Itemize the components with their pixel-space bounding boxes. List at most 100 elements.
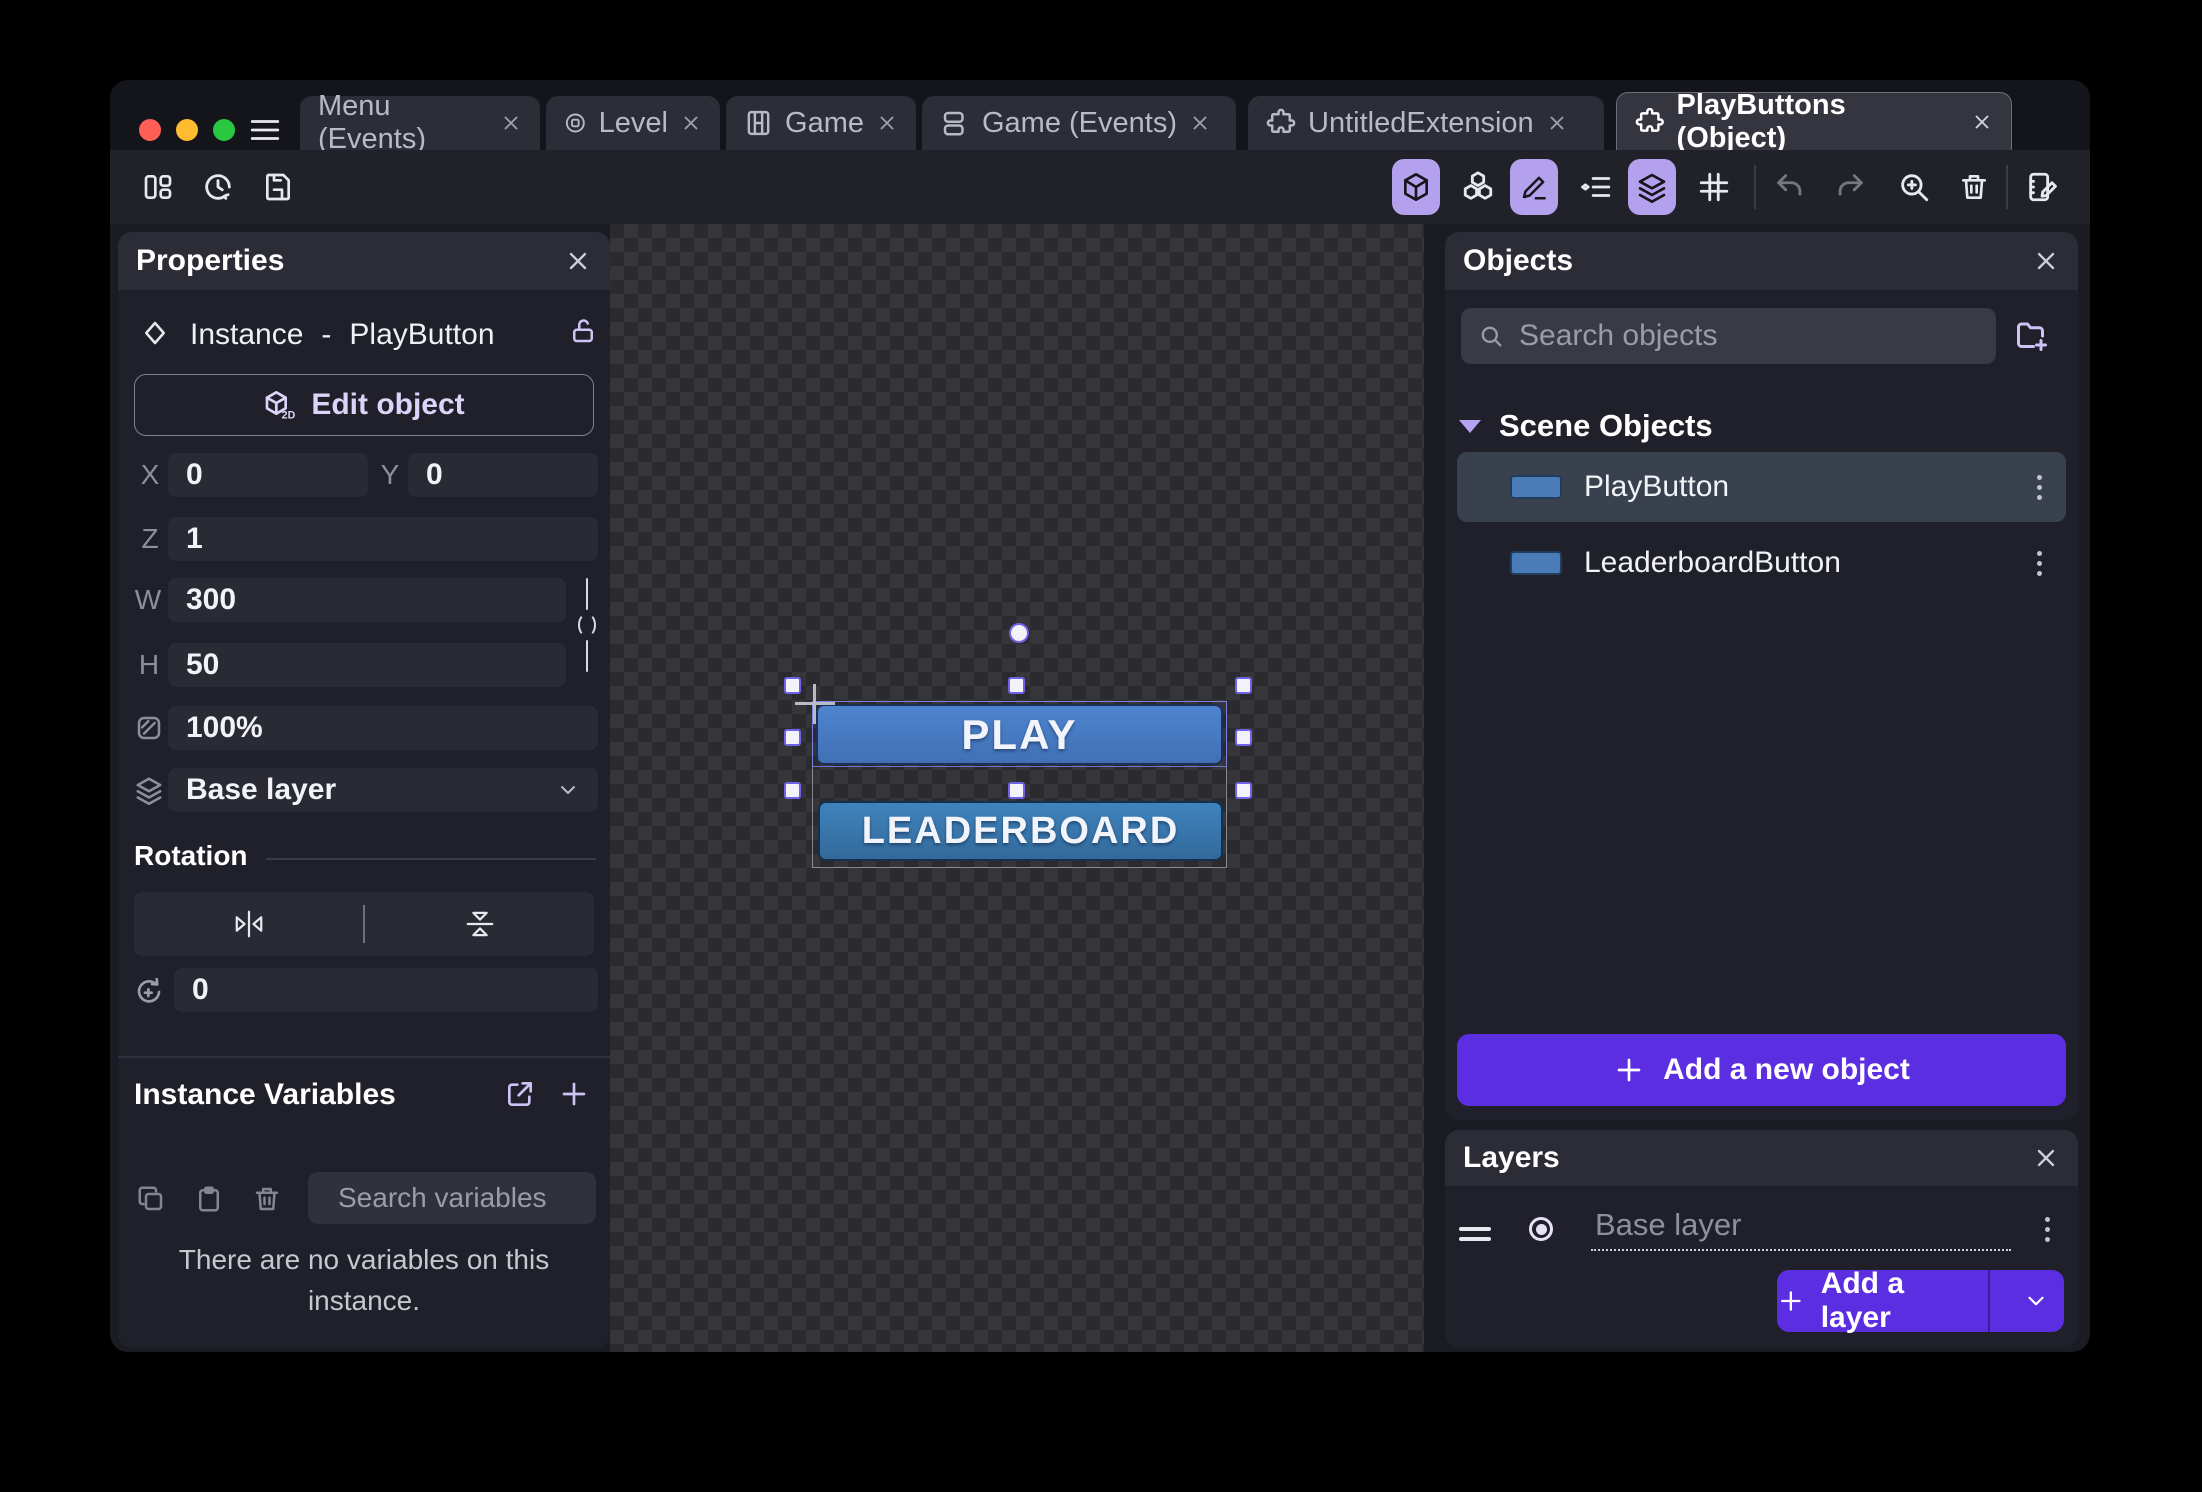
object-row-playbutton[interactable]: PlayButton <box>1457 452 2066 522</box>
tab-close-icon[interactable] <box>876 112 898 134</box>
delete-variable-button[interactable] <box>252 1184 282 1214</box>
y-input[interactable] <box>426 458 580 492</box>
layer-row-base-layer[interactable]: Base layer <box>1445 1200 2078 1258</box>
link-line <box>586 640 589 672</box>
x-input[interactable] <box>186 458 350 492</box>
add-layer-button[interactable]: Add a layer <box>1777 1267 1970 1335</box>
tab-playbuttons-object[interactable]: PlayButtons (Object) <box>1616 92 2012 150</box>
w-input[interactable] <box>186 583 548 617</box>
toggle-layers-panel-button[interactable] <box>1628 159 1676 215</box>
tab-level[interactable]: Level <box>546 96 720 150</box>
scene-canvas[interactable]: PLAY LEADERBOARD 223;-138 <box>610 224 1424 1352</box>
scene-objects-group[interactable]: Scene Objects <box>1459 408 1713 444</box>
delete-button[interactable] <box>1954 170 1994 204</box>
search-objects-input[interactable] <box>1519 319 1980 353</box>
instance-name-label: PlayButton <box>349 318 494 352</box>
tab-close-icon[interactable] <box>1189 112 1211 134</box>
h-input[interactable] <box>186 648 548 682</box>
history-button[interactable] <box>200 170 236 204</box>
edit-scene-properties-button[interactable] <box>2020 170 2064 204</box>
object-groups-button[interactable] <box>1454 159 1502 215</box>
selection-handle[interactable] <box>1235 677 1252 694</box>
selection-handle[interactable] <box>784 729 801 746</box>
puzzle-icon <box>1266 108 1296 138</box>
plus-icon <box>1777 1286 1805 1316</box>
traffic-minimize-button[interactable] <box>176 119 198 141</box>
search-variables-input[interactable] <box>338 1182 610 1214</box>
leaderboard-button-instance[interactable]: LEADERBOARD <box>818 801 1223 861</box>
open-variables-editor-button[interactable] <box>504 1078 536 1110</box>
tab-menu-events[interactable]: Menu (Events) <box>300 96 540 150</box>
undo-button[interactable] <box>1770 170 1810 204</box>
instance-variables-title: Instance Variables <box>134 1078 396 1112</box>
rotation-input[interactable] <box>192 973 580 1007</box>
kebab-menu-icon[interactable] <box>2037 485 2042 490</box>
paste-variable-button[interactable] <box>194 1184 224 1214</box>
kebab-menu-icon[interactable] <box>2045 1227 2050 1232</box>
selection-handle[interactable] <box>1235 729 1252 746</box>
redo-button[interactable] <box>1830 170 1870 204</box>
tab-close-icon[interactable] <box>1546 112 1568 134</box>
home-panels-button[interactable] <box>140 170 176 204</box>
add-variable-button[interactable] <box>558 1078 590 1110</box>
plus-icon <box>558 1078 590 1110</box>
z-input[interactable] <box>186 522 580 556</box>
selection-handle[interactable] <box>1235 782 1252 799</box>
traffic-zoom-button[interactable] <box>213 119 235 141</box>
play-button-instance[interactable]: PLAY <box>816 704 1223 765</box>
rotate-handle[interactable] <box>1009 623 1029 643</box>
object-row-leaderboardbutton[interactable]: LeaderboardButton <box>1457 528 2066 598</box>
layer-select[interactable]: Base layer <box>168 768 598 812</box>
close-properties-button[interactable] <box>564 247 592 275</box>
tab-label: UntitledExtension <box>1308 107 1534 140</box>
zoom-button[interactable] <box>1894 170 1934 204</box>
app-menu-button[interactable] <box>246 113 284 147</box>
traffic-close-button[interactable] <box>139 119 161 141</box>
add-new-object-button[interactable]: Add a new object <box>1457 1034 2066 1106</box>
tab-close-icon[interactable] <box>1971 111 1993 133</box>
x-field-wrap <box>168 453 368 497</box>
close-layers-button[interactable] <box>2032 1144 2060 1172</box>
save-button[interactable] <box>260 170 296 204</box>
opacity-field-wrap <box>168 706 598 750</box>
instances-list-button[interactable] <box>1572 159 1620 215</box>
tab-label: Menu (Events) <box>318 90 488 156</box>
tab-game-events[interactable]: Game (Events) <box>922 96 1236 150</box>
close-icon <box>2032 247 2060 275</box>
layer-name-field[interactable]: Base layer <box>1591 1207 2011 1251</box>
add-layer-label: Add a layer <box>1821 1267 1970 1335</box>
toggle-objects-panel-button[interactable] <box>1392 159 1440 215</box>
flip-vertical-icon <box>460 904 500 944</box>
tab-untitled-extension[interactable]: UntitledExtension <box>1248 96 1604 150</box>
tab-game[interactable]: Game <box>726 96 916 150</box>
selection-handle[interactable] <box>784 782 801 799</box>
drag-handle-icon[interactable] <box>1459 1227 1491 1231</box>
close-objects-button[interactable] <box>2032 247 2060 275</box>
tab-close-icon[interactable] <box>500 112 522 134</box>
selection-handle[interactable] <box>1008 782 1025 799</box>
layer-visibility-radio[interactable] <box>1529 1217 1553 1241</box>
object-name: LeaderboardButton <box>1584 546 1841 580</box>
lock-instance-button[interactable] <box>568 316 598 346</box>
flip-horizontal-button[interactable] <box>134 904 363 944</box>
copy-variable-button[interactable] <box>136 1184 166 1214</box>
add-objects-folder-button[interactable] <box>2014 318 2050 354</box>
kebab-menu-icon[interactable] <box>2037 561 2042 566</box>
trash-icon <box>252 1184 282 1214</box>
selection-handle[interactable] <box>1008 677 1025 694</box>
leaderboard-button-text: LEADERBOARD <box>862 810 1180 853</box>
edit-object-button[interactable]: Edit object <box>134 374 594 436</box>
puzzle-icon <box>1635 107 1665 137</box>
dash: - <box>321 318 331 352</box>
tab-close-icon[interactable] <box>680 112 702 134</box>
toggle-properties-panel-button[interactable] <box>1510 159 1558 215</box>
link-width-height-toggle[interactable] <box>574 578 600 688</box>
layers-panel-header: Layers <box>1445 1130 2078 1186</box>
undo-icon <box>1773 170 1807 204</box>
flip-vertical-button[interactable] <box>365 904 594 944</box>
history-icon <box>201 170 235 204</box>
toggle-grid-button[interactable] <box>1690 159 1738 215</box>
opacity-input[interactable] <box>186 711 580 745</box>
instance-title: Instance - PlayButton <box>190 318 495 352</box>
add-layer-options-button[interactable] <box>2008 1270 2064 1332</box>
